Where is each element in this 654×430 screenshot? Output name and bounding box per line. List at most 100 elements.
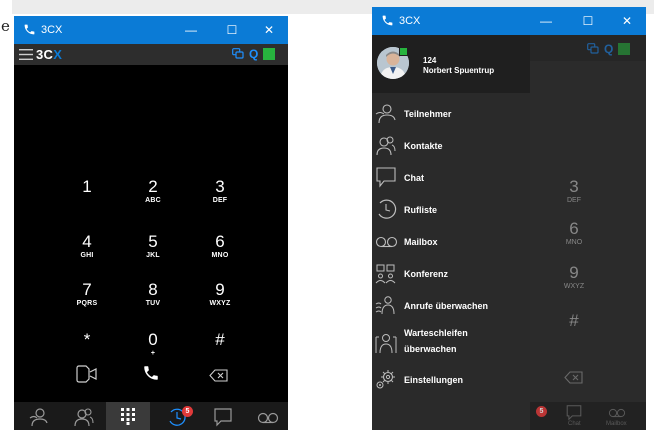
key-digit: #: [215, 330, 225, 349]
nav-mailbox-label: Mailbox: [606, 421, 627, 427]
dialpad-key-4[interactable]: 4 GHI: [62, 233, 112, 273]
dialpad-key-6[interactable]: 6 MNO: [195, 233, 245, 273]
dimmed-key-3[interactable]: 3 DEF: [554, 178, 594, 205]
dimmed-key-hash[interactable]: #: [554, 312, 594, 330]
dimmed-key-9[interactable]: 9 WXYZ: [554, 264, 594, 291]
key-letters: MNO: [211, 252, 229, 259]
menu-item-chat[interactable]: Chat: [372, 163, 530, 193]
background-app-content: Q 3 DEF 6 MNO 9 WXYZ # 5 Chat Mailbox: [530, 35, 646, 430]
search-icon[interactable]: Q: [249, 47, 258, 61]
key-letters: TUV: [145, 300, 161, 307]
chat-status-icon[interactable]: [587, 43, 599, 55]
nav-recents[interactable]: 5: [154, 402, 198, 430]
key-digit: 9: [215, 280, 225, 299]
menu-item-kontakte[interactable]: Kontakte: [372, 131, 530, 161]
user-profile[interactable]: 124 Norbert Spuentrup: [372, 35, 530, 93]
queue-monitoring-icon: [375, 334, 397, 354]
key-digit: #: [569, 311, 579, 330]
window-title: 3CX: [399, 15, 421, 27]
key-letters: JKL: [146, 252, 160, 259]
presence-status-icon[interactable]: [263, 48, 275, 60]
menu-item-rufliste[interactable]: Rufliste: [372, 195, 530, 225]
dialpad-icon: [121, 408, 135, 425]
contacts-icon: [376, 136, 396, 156]
presence-dot: [399, 47, 408, 56]
key-digit: 6: [215, 232, 225, 251]
key-letters: WXYZ: [209, 300, 231, 307]
nav-mailbox[interactable]: [244, 402, 288, 430]
nav-dialpad[interactable]: [106, 402, 150, 430]
missed-calls-badge: 5: [536, 406, 547, 417]
close-button[interactable]: ✕: [259, 21, 279, 39]
menu-item-anrufe-ueberwachen[interactable]: Anrufe überwachen: [372, 291, 530, 321]
dialpad-key-7[interactable]: 7 PQRS: [62, 281, 112, 321]
chat-status-icon[interactable]: [232, 48, 244, 60]
search-icon[interactable]: Q: [604, 42, 613, 56]
app-header: Q: [530, 35, 646, 61]
navigation-drawer: 124 Norbert Spuentrup Teilnehmer Kontakt…: [372, 35, 530, 430]
close-button[interactable]: ✕: [617, 12, 637, 30]
minimize-button[interactable]: —: [181, 21, 201, 39]
key-digit: *: [83, 330, 91, 349]
window-titlebar[interactable]: 3CX — ☐ ✕: [372, 7, 646, 35]
minimize-button[interactable]: —: [536, 12, 556, 30]
nav-chat-label: Chat: [568, 421, 581, 427]
maximize-button[interactable]: ☐: [222, 21, 242, 39]
dialpad-key-1[interactable]: 1: [62, 178, 112, 218]
bottom-navigation: 5: [14, 402, 288, 430]
menu-item-label: Mailbox: [404, 237, 438, 247]
chat-icon: [214, 408, 232, 427]
menu-item-konferenz[interactable]: Konferenz: [372, 259, 530, 289]
key-digit: 8: [148, 280, 158, 299]
menu-item-label: Teilnehmer: [404, 109, 452, 119]
presence-icon: [29, 408, 48, 427]
backspace-icon[interactable]: [209, 369, 228, 382]
menu-window: 3CX — ☐ ✕ Q 3 DEF 6 MNO 9 WXYZ # 5 Chat …: [372, 7, 646, 430]
presence-status-icon[interactable]: [618, 43, 630, 55]
key-digit: 1: [82, 177, 92, 196]
phone-app-icon: [382, 15, 393, 26]
nav-presence[interactable]: [16, 402, 60, 430]
key-letters: +: [150, 350, 156, 357]
key-letters: PQRS: [76, 300, 98, 307]
menu-item-label: Anrufe überwachen: [404, 301, 489, 311]
maximize-button[interactable]: ☐: [578, 12, 598, 30]
menu-item-label: Chat: [404, 173, 424, 183]
key-letters: ABC: [145, 197, 161, 204]
chat-icon: [376, 167, 396, 188]
chat-icon[interactable]: [565, 404, 583, 421]
nav-contacts[interactable]: [61, 402, 105, 430]
menu-item-label: Einstellungen: [404, 375, 464, 385]
screenshot-stage: e 3CX — ☐ ✕ 3CX Q 1 2 ABC 3 DEF 4 GHI 5 …: [0, 0, 654, 430]
key-letters: DEF: [212, 197, 228, 204]
key-digit: 9: [569, 263, 579, 282]
hamburger-menu-icon[interactable]: [19, 48, 33, 61]
call-button[interactable]: [142, 364, 160, 382]
menu-item-teilnehmer[interactable]: Teilnehmer: [372, 99, 530, 129]
backspace-icon[interactable]: [564, 371, 583, 384]
window-titlebar[interactable]: 3CX — ☐ ✕: [14, 16, 288, 44]
video-call-icon[interactable]: [76, 365, 98, 383]
dialpad-key-3[interactable]: 3 DEF: [195, 178, 245, 218]
dialpad-key-9[interactable]: 9 WXYZ: [195, 281, 245, 321]
menu-item-einstellungen[interactable]: Einstellungen: [372, 365, 530, 395]
call-history-icon: [378, 199, 397, 219]
conference-icon: [375, 264, 396, 284]
nav-chat[interactable]: [200, 402, 244, 430]
menu-item-warteschleifen-ueberwachen[interactable]: Warteschleifen überwachen: [372, 323, 530, 361]
key-letters: WXYZ: [563, 283, 585, 290]
menu-item-label: Warteschleifen überwachen: [404, 328, 468, 354]
key-digit: 5: [148, 232, 158, 251]
dialpad-key-hash[interactable]: #: [195, 331, 245, 371]
dialpad-key-8[interactable]: 8 TUV: [128, 281, 178, 321]
voicemail-icon: [375, 236, 398, 248]
dialpad-key-5[interactable]: 5 JKL: [128, 233, 178, 273]
dimmed-key-6[interactable]: 6 MNO: [554, 220, 594, 247]
voicemail-icon[interactable]: [606, 405, 628, 421]
dialpad-key-2[interactable]: 2 ABC: [128, 178, 178, 218]
menu-item-mailbox[interactable]: Mailbox: [372, 227, 530, 257]
user-extension: 124: [423, 56, 437, 65]
key-letters: MNO: [565, 239, 583, 246]
key-letters: GHI: [80, 252, 94, 259]
3cx-logo: 3CX: [36, 47, 63, 62]
